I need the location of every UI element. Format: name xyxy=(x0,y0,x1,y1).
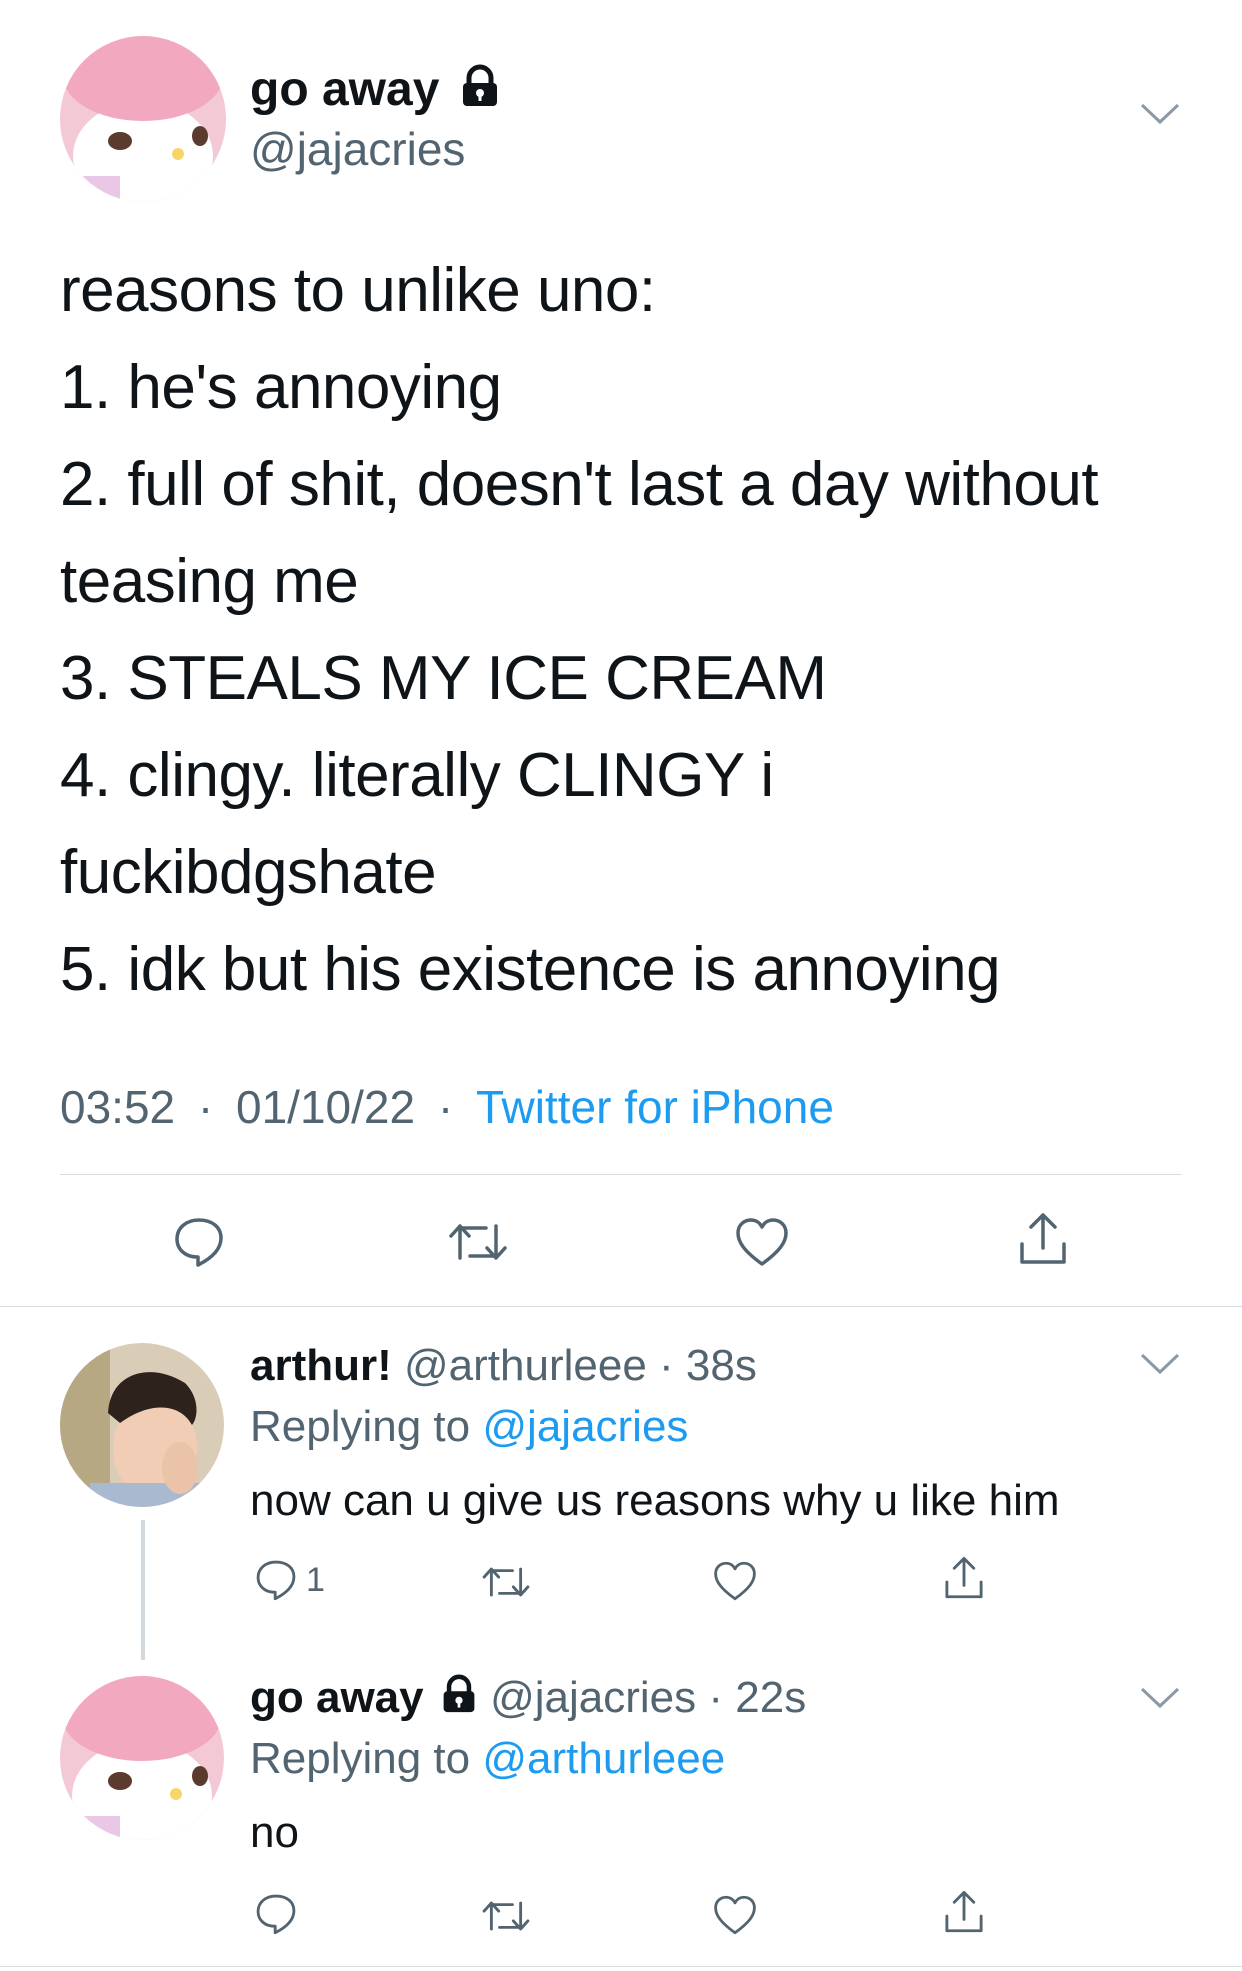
like-icon xyxy=(736,1218,788,1266)
tweet-source-link[interactable]: Twitter for iPhone xyxy=(476,1081,834,1133)
author-avatar[interactable] xyxy=(60,36,226,202)
author-display-name[interactable]: go away xyxy=(250,63,439,116)
reply-avatar[interactable] xyxy=(60,1676,224,1840)
retweet-icon xyxy=(449,1224,507,1260)
meta-separator: · xyxy=(425,1081,466,1133)
reply-text: now can u give us reasons why u like him xyxy=(250,1476,1060,1525)
reply-button[interactable]: 1 xyxy=(254,1558,325,1602)
divider xyxy=(0,1966,1242,1967)
retweet-icon xyxy=(482,1901,530,1931)
meta-separator: · xyxy=(646,1341,686,1390)
reply-text: no xyxy=(250,1808,299,1857)
retweet-icon xyxy=(482,1567,530,1597)
share-button[interactable] xyxy=(942,1554,986,1602)
retweet-button[interactable] xyxy=(480,1562,532,1602)
tweet-line: reasons to unlike uno: xyxy=(60,256,656,325)
like-button[interactable] xyxy=(734,1216,790,1268)
tweet-line: 1. he's annoying xyxy=(60,353,502,422)
chevron-down-icon[interactable] xyxy=(1138,1350,1182,1383)
replying-to-link[interactable]: @arthurleee xyxy=(482,1734,725,1783)
tweet-meta: 03:52 · 01/10/22 · Twitter for iPhone xyxy=(60,1080,844,1134)
reply-button[interactable] xyxy=(254,1892,298,1936)
reply-age: 22s xyxy=(735,1673,807,1722)
like-button[interactable] xyxy=(712,1560,758,1602)
retweet-button[interactable] xyxy=(480,1896,532,1936)
like-icon xyxy=(714,1561,756,1601)
replying-to-label: Replying to xyxy=(250,1734,471,1783)
reply-icon xyxy=(256,1894,296,1935)
like-button[interactable] xyxy=(712,1894,758,1936)
divider xyxy=(60,1174,1182,1175)
author-handle[interactable]: @jajacries xyxy=(250,122,465,176)
tweet-line: 4. clingy. literally CLINGY i xyxy=(60,741,774,810)
tweet-line: 2. full of shit, doesn't last a day with… xyxy=(60,450,1099,519)
tweet-line: teasing me xyxy=(60,547,359,616)
meta-separator: · xyxy=(185,1081,227,1133)
divider xyxy=(0,1306,1242,1307)
retweet-button[interactable] xyxy=(446,1218,510,1266)
reply-icon xyxy=(175,1218,223,1267)
reply-display-name[interactable]: go away xyxy=(250,1673,424,1722)
share-button[interactable] xyxy=(942,1888,986,1936)
lock-icon xyxy=(440,1674,478,1726)
tweet-line: 3. STEALS MY ICE CREAM xyxy=(60,644,827,713)
lock-icon xyxy=(459,64,501,121)
reply-handle[interactable]: @jajacries xyxy=(490,1673,696,1722)
tweet-date: 01/10/22 xyxy=(236,1081,416,1133)
like-icon xyxy=(714,1895,756,1935)
meta-separator: · xyxy=(696,1673,736,1722)
reply-icon xyxy=(256,1560,296,1601)
tweet-time: 03:52 xyxy=(60,1081,176,1133)
tweet-line: 5. idk but his existence is annoying xyxy=(60,935,1001,1004)
reply-avatar[interactable] xyxy=(60,1343,224,1507)
reply-age: 38s xyxy=(685,1341,757,1390)
replying-to-label: Replying to xyxy=(250,1402,471,1451)
replying-to-link[interactable]: @jajacries xyxy=(482,1402,688,1451)
share-icon xyxy=(945,1557,983,1599)
thread-line xyxy=(141,1520,145,1660)
tweet-line: fuckibdgshate xyxy=(60,838,437,907)
share-icon xyxy=(1020,1213,1066,1264)
chevron-down-icon[interactable] xyxy=(1138,100,1182,133)
reply-display-name[interactable]: arthur! xyxy=(250,1341,392,1390)
reply-count: 1 xyxy=(306,1560,325,1599)
reply-handle[interactable]: @arthurleee xyxy=(404,1341,647,1390)
share-button[interactable] xyxy=(1016,1210,1070,1268)
reply-button[interactable] xyxy=(172,1215,226,1269)
share-icon xyxy=(945,1891,983,1933)
chevron-down-icon[interactable] xyxy=(1138,1684,1182,1717)
